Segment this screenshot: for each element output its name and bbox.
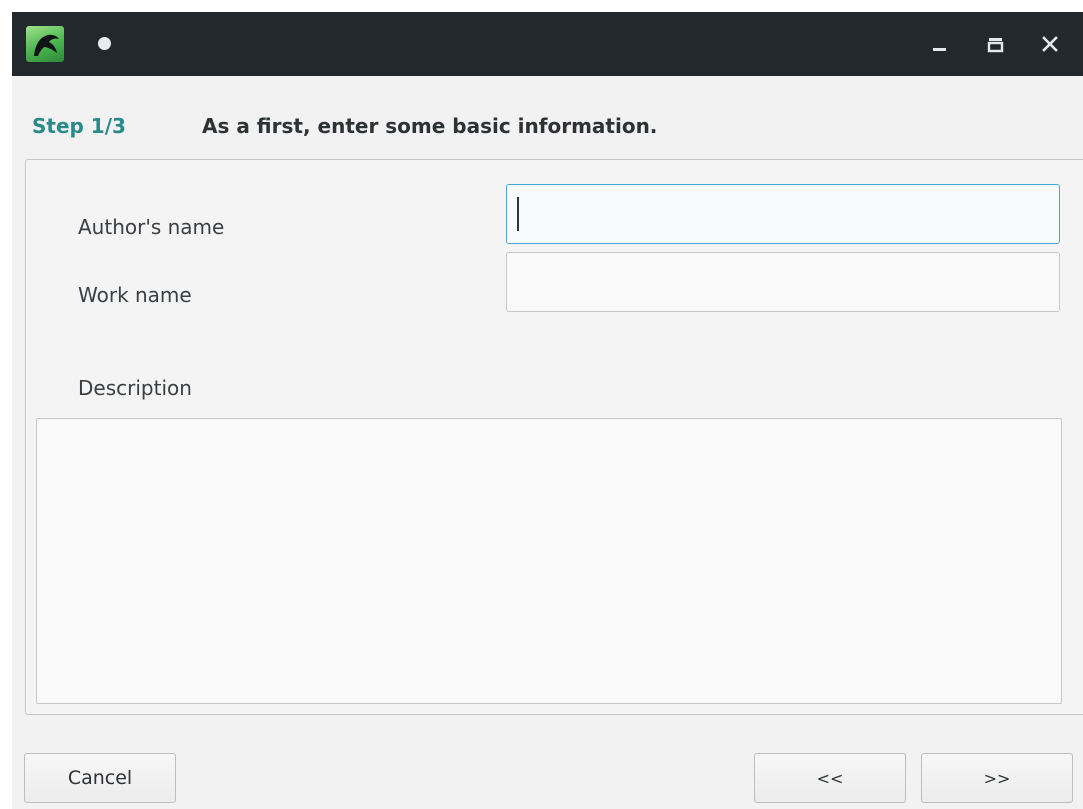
step-heading: As a first, enter some basic information… (202, 114, 658, 138)
next-button[interactable]: >> (921, 753, 1073, 803)
description-label: Description (78, 376, 192, 400)
title-indicator-dot (98, 37, 111, 50)
cancel-button[interactable]: Cancel (24, 753, 176, 803)
work-name-input[interactable] (506, 252, 1060, 312)
work-name-label: Work name (78, 283, 192, 307)
step-indicator: Step 1/3 (32, 114, 126, 138)
close-button[interactable] (1036, 30, 1064, 58)
back-button[interactable]: << (754, 753, 906, 803)
close-icon (1042, 36, 1058, 52)
maximize-icon (987, 38, 1004, 53)
author-name-label: Author's name (78, 215, 225, 239)
maximize-button[interactable] (982, 30, 1010, 58)
text-cursor (517, 197, 519, 231)
minimize-icon (933, 48, 946, 51)
title-bar[interactable] (12, 12, 1083, 76)
app-logo-icon (26, 26, 64, 62)
author-name-input[interactable] (506, 184, 1060, 244)
description-textarea[interactable] (36, 418, 1062, 704)
minimize-button[interactable] (926, 30, 954, 58)
wizard-window: Step 1/3 As a first, enter some basic in… (12, 12, 1083, 809)
